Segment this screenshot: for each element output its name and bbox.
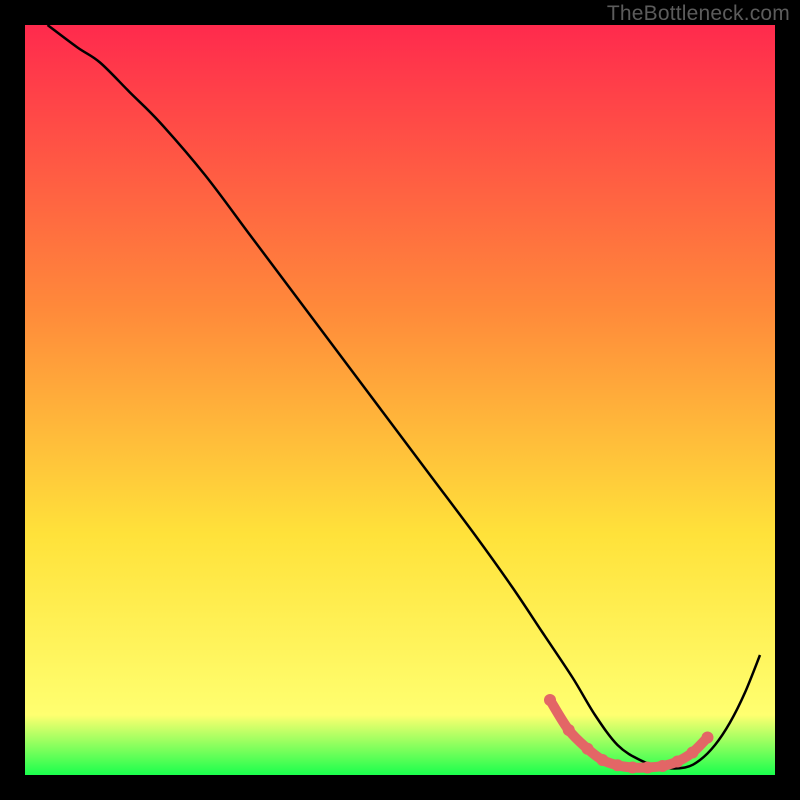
plot-background [25,25,775,775]
highlight-dot [627,762,639,774]
highlight-dot [642,762,654,774]
highlight-dot [672,756,684,768]
highlight-dot [702,732,714,744]
highlight-dot [687,747,699,759]
chart-svg [0,0,800,800]
highlight-dot [612,759,624,771]
chart-container: TheBottleneck.com [0,0,800,800]
highlight-dot [597,754,609,766]
watermark-label: TheBottleneck.com [607,2,790,26]
highlight-dot [657,760,669,772]
highlight-dot [582,743,594,755]
highlight-dot [544,694,556,706]
highlight-dot [563,724,575,736]
